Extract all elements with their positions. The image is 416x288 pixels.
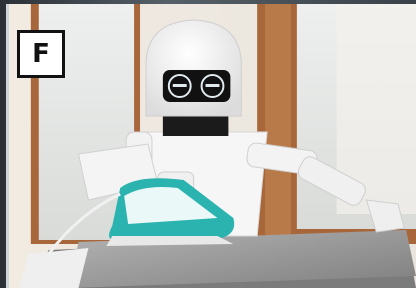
- image-panel: F: [6, 4, 416, 288]
- robot-ironing-photo: [9, 4, 416, 288]
- panel-letter-badge: F: [17, 30, 65, 78]
- panel-letter: F: [32, 39, 50, 69]
